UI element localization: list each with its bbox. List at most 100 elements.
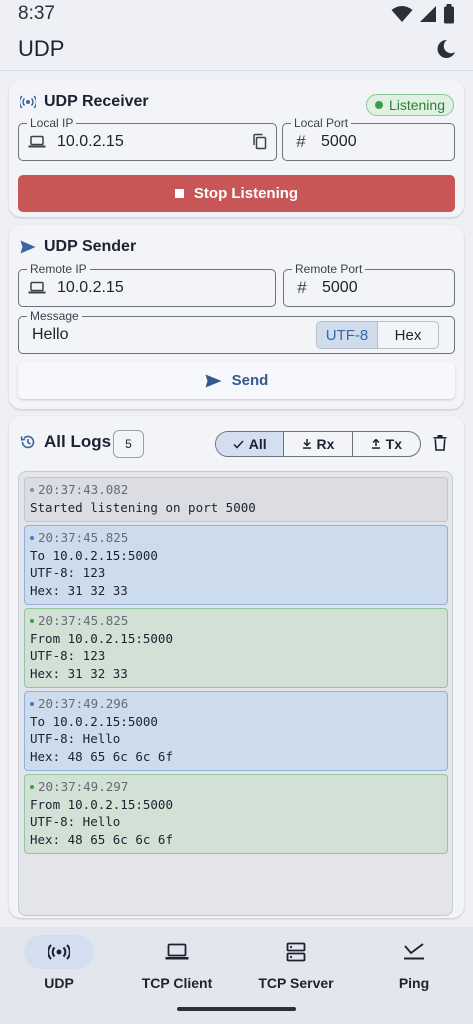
local-port-value: 5000: [321, 133, 357, 150]
encoding-toggle: UTF-8 Hex: [316, 321, 439, 349]
filter-all-label: All: [248, 436, 267, 452]
status-time: 8:37: [18, 3, 55, 24]
remote-port-value: 5000: [322, 279, 358, 296]
battery-icon: [444, 4, 454, 24]
local-ip-value: 10.0.2.15: [57, 133, 124, 150]
log-line: From 10.0.2.15:5000: [30, 630, 173, 646]
log-line: UTF-8: Hello: [30, 731, 121, 746]
nav-label-tcp-server: TCP Server: [258, 975, 334, 991]
hash-icon: #: [297, 278, 307, 297]
udp-sender-card: UDP Sender Remote IP 10.0.2.15 Remote Po…: [9, 225, 464, 409]
receiver-title-text: UDP Receiver: [44, 93, 149, 110]
log-dot-icon: [30, 487, 34, 492]
sender-title: UDP Sender: [20, 238, 136, 256]
nav-item-udp[interactable]: UDP: [0, 935, 118, 995]
log-entry: 20:37:49.297 From 10.0.2.15:5000 UTF-8: …: [24, 774, 448, 854]
app-bar: UDP: [0, 28, 473, 70]
sender-title-text: UDP Sender: [44, 238, 137, 255]
log-line: To 10.0.2.15:5000: [30, 713, 158, 729]
copy-icon[interactable]: [252, 133, 268, 151]
local-port-field[interactable]: Local Port # 5000: [282, 116, 455, 161]
nav-item-tcp-client[interactable]: TCP Client: [118, 935, 236, 995]
log-line: To 10.0.2.15:5000: [30, 547, 158, 563]
local-ip-field[interactable]: Local IP 10.0.2.15: [18, 116, 277, 161]
server-icon: [286, 942, 306, 962]
stop-listening-button[interactable]: Stop Listening: [18, 175, 455, 212]
log-line: Started listening on port 5000: [30, 499, 256, 515]
message-label: Message: [27, 309, 82, 323]
laptop-icon: [165, 943, 189, 960]
log-line: Hex: 48 65 6c 6c 6f: [30, 831, 173, 847]
log-entry: 20:37:43.082 Started listening on port 5…: [24, 477, 448, 522]
check-icon: [233, 439, 244, 449]
signal-icon: [420, 6, 436, 22]
status-icons: [391, 4, 455, 24]
wifi-icon: [391, 6, 413, 22]
filter-tx-label: Tx: [385, 436, 402, 452]
log-dot-icon: [30, 535, 34, 540]
status-bar: 8:37: [0, 0, 473, 28]
logs-title: All Logs: [20, 432, 111, 452]
remote-port-field[interactable]: Remote Port # 5000: [283, 262, 455, 307]
upload-icon: [371, 439, 380, 449]
stop-icon: [174, 189, 184, 198]
home-indicator[interactable]: [177, 1007, 296, 1011]
send-icon: [205, 374, 222, 387]
log-dot-icon: [30, 618, 34, 623]
dark-mode-icon[interactable]: [435, 38, 457, 60]
log-line: Hex: 48 65 6c 6c 6f: [30, 748, 173, 764]
remote-port-label: Remote Port: [292, 262, 366, 276]
log-time: 20:37:45.825: [38, 530, 129, 545]
listening-badge: Listening: [365, 94, 454, 116]
antenna-icon: [20, 95, 36, 109]
laptop-icon: [26, 135, 48, 149]
filter-rx-label: Rx: [316, 436, 335, 452]
log-time: 20:37:43.082: [38, 482, 129, 497]
log-dot-icon: [30, 784, 34, 789]
log-entry: 20:37:49.296 To 10.0.2.15:5000 UTF-8: He…: [24, 691, 448, 771]
log-dot-icon: [30, 701, 34, 706]
send-icon: [20, 240, 36, 254]
filter-tx[interactable]: Tx: [353, 432, 420, 456]
send-button[interactable]: Send: [18, 362, 455, 399]
filter-rx[interactable]: Rx: [284, 432, 351, 456]
encoding-hex-option[interactable]: Hex: [378, 322, 438, 348]
antenna-icon: [48, 944, 70, 960]
udp-receiver-card: UDP Receiver Listening Local IP 10.0.2.1…: [9, 80, 464, 217]
history-icon: [20, 435, 35, 449]
appbar-divider: [0, 70, 473, 71]
log-line: From 10.0.2.15:5000: [30, 796, 173, 812]
listening-badge-text: Listening: [388, 97, 445, 113]
ping-icon: [404, 943, 424, 960]
log-entry: 20:37:45.825 To 10.0.2.15:5000 UTF-8: 12…: [24, 525, 448, 605]
remote-ip-field[interactable]: Remote IP 10.0.2.15: [18, 262, 276, 307]
hash-icon: #: [296, 132, 306, 151]
page-title: UDP: [18, 36, 65, 61]
send-label: Send: [231, 372, 269, 389]
message-value[interactable]: Hello: [32, 326, 68, 344]
nav-label-udp: UDP: [44, 975, 74, 991]
log-time: 20:37:49.296: [38, 696, 129, 711]
log-filter: All Rx Tx: [215, 431, 421, 457]
log-list[interactable]: 20:37:43.082 Started listening on port 5…: [18, 471, 453, 916]
laptop-icon: [26, 281, 48, 295]
logs-title-text: All Logs: [44, 432, 112, 451]
log-line: Hex: 31 32 33: [30, 665, 128, 681]
log-line: UTF-8: Hello: [30, 814, 121, 829]
stop-listening-label: Stop Listening: [193, 185, 299, 202]
receiver-title: UDP Receiver: [20, 93, 149, 111]
nav-item-ping[interactable]: Ping: [355, 935, 473, 995]
log-time: 20:37:49.297: [38, 779, 129, 794]
filter-all[interactable]: All: [216, 432, 284, 456]
local-port-label: Local Port: [291, 116, 352, 130]
log-time: 20:37:45.825: [38, 613, 129, 628]
nav-label-ping: Ping: [398, 975, 430, 991]
logs-count-badge: 5: [113, 430, 144, 458]
log-line: Hex: 31 32 33: [30, 582, 128, 598]
log-line: UTF-8: 123: [30, 565, 106, 580]
message-field[interactable]: Message Hello UTF-8 Hex: [18, 309, 455, 354]
nav-item-tcp-server[interactable]: TCP Server: [237, 935, 355, 995]
logs-card: All Logs 5 All Rx Tx 20:37:43.082 Starte…: [9, 416, 464, 918]
encoding-utf8-option[interactable]: UTF-8: [317, 322, 377, 348]
delete-icon[interactable]: [433, 435, 447, 451]
